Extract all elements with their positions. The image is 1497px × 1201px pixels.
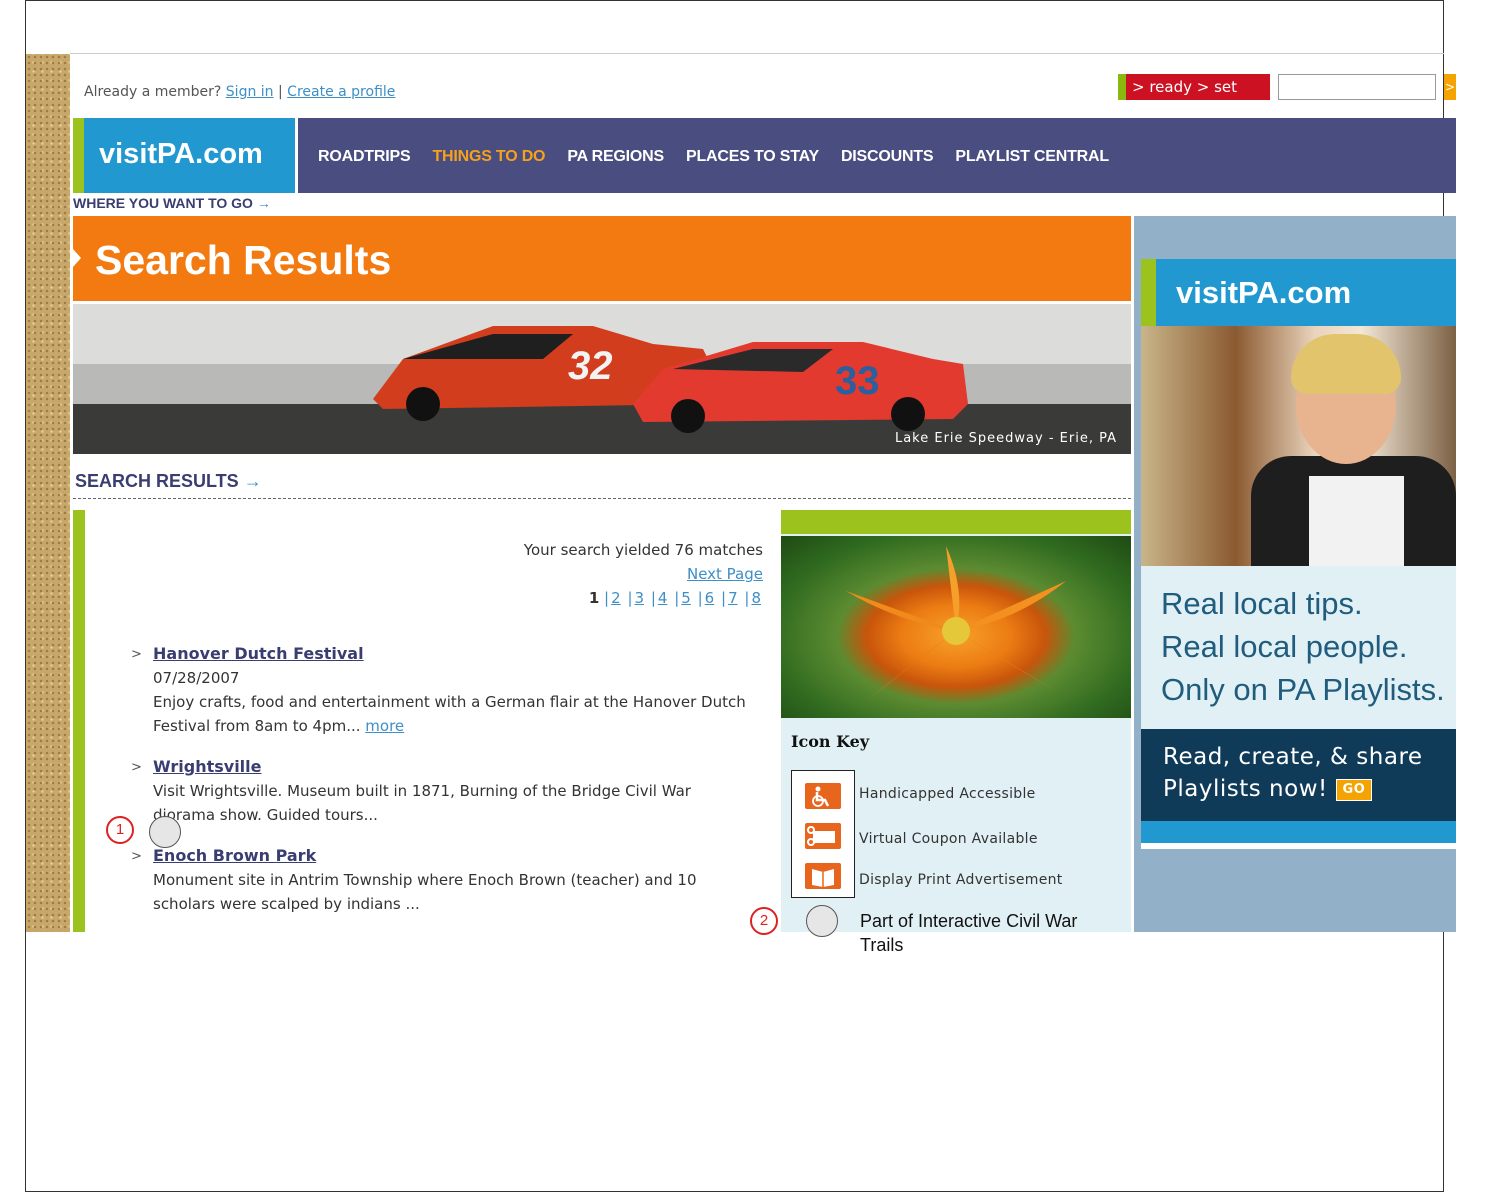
next-page-link[interactable]: Next Page <box>687 565 763 583</box>
member-prefix: Already a member? <box>84 84 222 100</box>
ad-line: Real local tips. <box>1161 586 1363 621</box>
ad-go-button[interactable]: GO <box>1335 778 1373 801</box>
icon-key-title: Icon Key <box>791 732 870 751</box>
banner-caption: Lake Erie Speedway - Erie, PA <box>894 431 1117 446</box>
annotation-dot-2 <box>806 905 838 937</box>
top-divider <box>70 53 1444 54</box>
page-link-6[interactable]: 6 <box>705 589 715 607</box>
corkboard-edge <box>26 54 70 932</box>
ad-line: Real local people. <box>1161 629 1408 664</box>
result-description: Monument site in Antrim Township where E… <box>153 871 697 913</box>
create-profile-link[interactable]: Create a profile <box>287 84 395 100</box>
result-item: > Wrightsville Visit Wrightsville. Museu… <box>131 755 751 827</box>
member-bar: Already a member? Sign in | Create a pro… <box>84 84 395 100</box>
coupon-icon <box>805 823 841 849</box>
result-description: Enjoy crafts, food and entertainment wit… <box>153 693 746 735</box>
wheelchair-icon <box>805 783 841 809</box>
ready-set-badge: > ready > set <box>1118 74 1270 100</box>
sign-in-link[interactable]: Sign in <box>226 84 274 100</box>
triangle-marker-icon <box>73 249 81 267</box>
where-label: WHERE YOU WANT TO GO <box>73 195 253 211</box>
svg-text:33: 33 <box>835 359 880 403</box>
page-link-4[interactable]: 4 <box>658 589 668 607</box>
results-summary: Your search yielded 76 matches Next Page… <box>524 538 763 610</box>
nav-places-to-stay[interactable]: PLACES TO STAY <box>686 148 819 166</box>
result-item: > Enoch Brown Park Monument site in Antr… <box>131 844 751 916</box>
section-heading-label: SEARCH RESULTS <box>75 471 239 491</box>
result-description: Visit Wrightsville. Museum built in 1871… <box>153 782 691 824</box>
icon-key-label: Virtual Coupon Available <box>859 831 1038 847</box>
icon-key-sidebar: Icon Key Handicapped Accessible Virtual … <box>781 510 1131 932</box>
page-link-8[interactable]: 8 <box>751 589 761 607</box>
nav-things-to-do[interactable]: THINGS TO DO <box>432 148 545 166</box>
annotation-dot-1 <box>149 816 181 848</box>
results-panel: Your search yielded 76 matches Next Page… <box>73 510 775 932</box>
ad-green-bar <box>1141 259 1156 326</box>
results-green-bar <box>73 510 85 932</box>
result-date: 07/28/2007 <box>153 669 240 687</box>
nav-roadtrips[interactable]: ROADTRIPS <box>318 148 411 166</box>
pagination: 1 | 2 | 3 | 4 | 5 | 6 | 7 | 8 <box>588 589 761 607</box>
more-link[interactable]: more <box>365 717 404 735</box>
icon-key-box <box>791 770 855 898</box>
result-title-link[interactable]: Wrightsville <box>153 757 262 776</box>
ad-logo-text: visitPA.com <box>1176 275 1352 310</box>
ad-cta-line1: Read, create, & share <box>1163 744 1423 770</box>
dotted-divider <box>73 498 1131 499</box>
ad-line: Only on PA Playlists. <box>1161 672 1445 707</box>
ad-photo-apron-bib <box>1309 476 1404 566</box>
speedway-photo: 32 33 Lake Erie Speedway - Erie, PA <box>73 304 1131 454</box>
page-link-5[interactable]: 5 <box>681 589 691 607</box>
icon-key-label: Display Print Advertisement <box>859 872 1063 888</box>
result-title-link[interactable]: Hanover Dutch Festival <box>153 644 364 663</box>
page-link-3[interactable]: 3 <box>635 589 645 607</box>
ready-set-text: > ready > set <box>1132 78 1238 96</box>
ad-cta-line2: Playlists now! <box>1163 776 1328 802</box>
nav-discounts[interactable]: DISCOUNTS <box>841 148 934 166</box>
lily-illustration <box>846 546 1066 701</box>
ad-tagline: Real local tips. Real local people. Only… <box>1141 566 1456 729</box>
bullet-arrow-icon: > <box>131 647 142 662</box>
ad-photo-hair <box>1291 334 1401 394</box>
section-heading: SEARCH RESULTS → <box>75 471 262 492</box>
ad-cta: Read, create, & share Playlists now! GO <box>1141 729 1456 821</box>
lily-photo <box>781 536 1131 718</box>
sidebar-green-bar <box>781 510 1131 534</box>
search-input[interactable] <box>1278 74 1436 100</box>
logo-text: visitPA.com <box>99 138 263 170</box>
page-link-7[interactable]: 7 <box>728 589 738 607</box>
page-title: Search Results <box>95 237 392 283</box>
arrow-right-icon: → <box>243 471 262 491</box>
ad-header: visitPA.com <box>1141 259 1456 326</box>
playlist-ad[interactable]: visitPA.com Real local tips. Real local … <box>1141 259 1456 849</box>
nav-playlist-central[interactable]: PLAYLIST CENTRAL <box>955 148 1109 166</box>
logo-green-bar <box>73 118 84 193</box>
page-link-2[interactable]: 2 <box>611 589 621 607</box>
arrow-right-icon: → <box>256 195 271 211</box>
result-title-link[interactable]: Enoch Brown Park <box>153 846 316 865</box>
bullet-arrow-icon: > <box>131 760 142 775</box>
bullet-arrow-icon: > <box>131 849 142 864</box>
ready-stripe <box>1118 74 1126 100</box>
print-ad-icon <box>805 863 841 889</box>
ad-footer-bar <box>1141 821 1456 843</box>
annotation-marker-1: 1 <box>106 816 134 844</box>
icon-key-label: Handicapped Accessible <box>859 786 1036 802</box>
nav-pa-regions[interactable]: PA REGIONS <box>567 148 664 166</box>
main-nav: ROADTRIPS THINGS TO DO PA REGIONS PLACES… <box>298 118 1456 193</box>
svg-text:32: 32 <box>568 344 613 388</box>
match-count: Your search yielded 76 matches <box>523 541 763 559</box>
page-current: 1 <box>588 589 600 607</box>
annotation-marker-2: 2 <box>750 907 778 935</box>
ad-photo <box>1141 326 1456 566</box>
page-title-banner: Search Results <box>73 216 1131 301</box>
site-logo[interactable]: visitPA.com <box>73 118 295 193</box>
member-separator: | <box>278 84 283 100</box>
search-go-button[interactable]: > <box>1444 74 1456 100</box>
where-you-want-to-go[interactable]: WHERE YOU WANT TO GO → <box>73 195 271 211</box>
result-item: > Hanover Dutch Festival 07/28/2007 Enjo… <box>131 642 751 738</box>
annotation-note: Part of Interactive Civil War Trails <box>860 911 1078 955</box>
